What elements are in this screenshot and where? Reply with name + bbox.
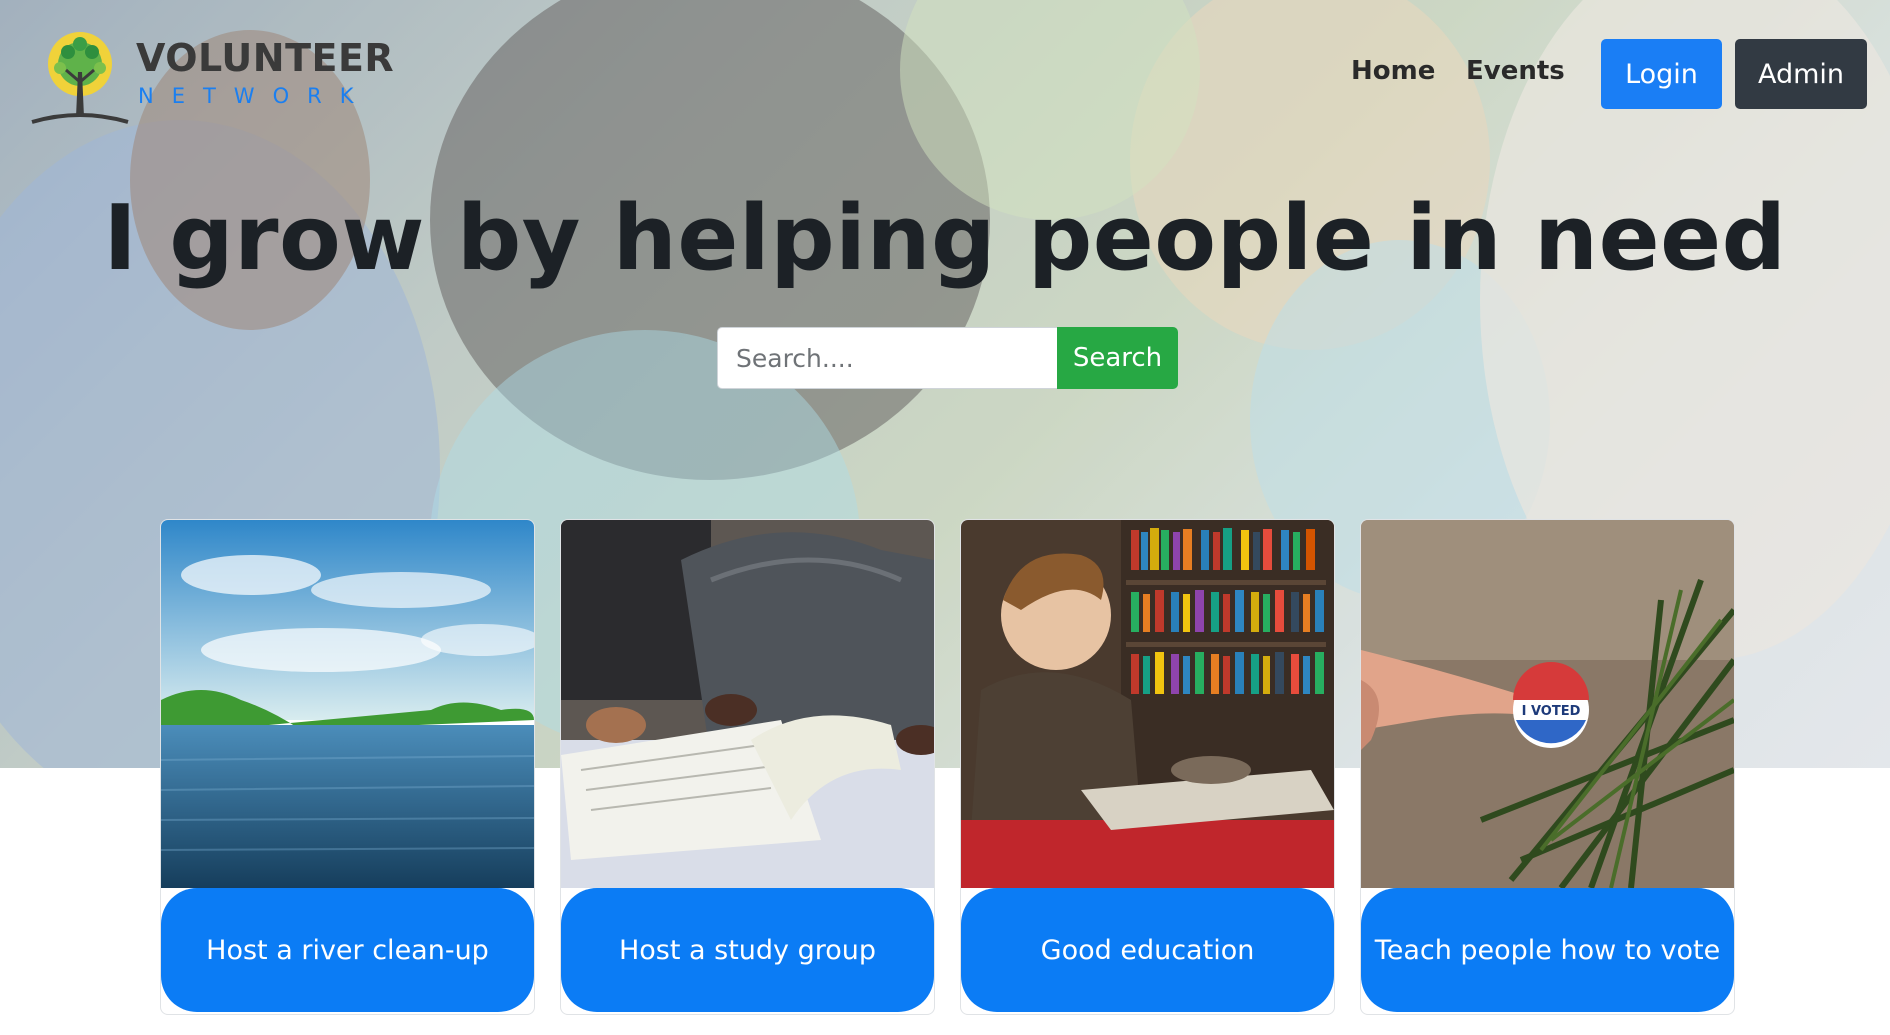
card-teach-voting[interactable]: I VOTED Teach people how to vote (1360, 519, 1735, 1015)
voted-sticker-text: I VOTED (1522, 704, 1581, 719)
brand-tagline: NETWORK (138, 84, 372, 108)
i-voted-sticker-image: I VOTED (1361, 520, 1734, 888)
river-landscape-image (161, 520, 534, 888)
boy-reading-in-library-image (961, 520, 1334, 888)
card-good-education[interactable]: Good education (960, 519, 1335, 1015)
card-good-education-button[interactable]: Good education (961, 888, 1334, 1012)
tree-icon (31, 32, 129, 124)
hero-headline: I grow by helping people in need (103, 186, 1787, 291)
card-study-group-button[interactable]: Host a study group (561, 888, 934, 1012)
card-study-group[interactable]: Host a study group (560, 519, 935, 1015)
person-reading-notebook-image (561, 520, 934, 888)
nav-home-link[interactable]: Home (1351, 56, 1435, 86)
card-river-cleanup-button[interactable]: Host a river clean-up (161, 888, 534, 1012)
brand-logo[interactable]: VOLUNTEER NETWORK (28, 22, 394, 126)
brand-name: VOLUNTEER (136, 36, 395, 80)
card-river-cleanup[interactable]: Host a river clean-up (160, 519, 535, 1015)
card-teach-voting-button[interactable]: Teach people how to vote (1361, 888, 1734, 1012)
nav-events-link[interactable]: Events (1466, 56, 1565, 86)
admin-button[interactable]: Admin (1735, 39, 1867, 109)
search-input[interactable] (717, 327, 1057, 389)
login-button[interactable]: Login (1601, 39, 1722, 109)
search-button[interactable]: Search (1057, 327, 1178, 389)
